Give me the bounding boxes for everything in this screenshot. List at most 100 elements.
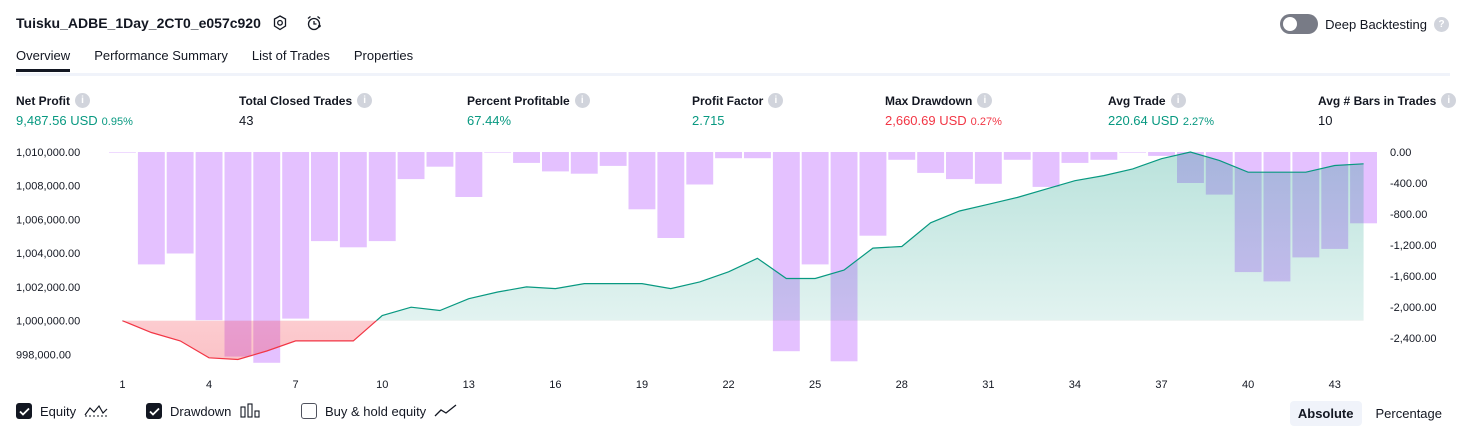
stat-value: 9,487.56 USD: [16, 113, 98, 128]
legend-equity[interactable]: Equity: [16, 403, 108, 419]
drawdown-bars-icon: [240, 403, 260, 418]
legend-drawdown[interactable]: Drawdown: [146, 403, 261, 419]
x-axis-tick: 40: [1242, 379, 1254, 391]
drawdown-bar: [715, 152, 742, 159]
info-icon[interactable]: i: [75, 93, 90, 108]
info-icon[interactable]: i: [574, 93, 590, 108]
drawdown-bar: [628, 152, 656, 210]
drawdown-bar: [744, 152, 771, 159]
left-axis-tick: 1,006,000.00: [16, 214, 80, 226]
checkbox-equity[interactable]: [16, 403, 32, 419]
right-axis-tick: -1,200.00: [1390, 240, 1436, 252]
checkbox-buy-hold-equity[interactable]: [301, 403, 317, 419]
stat-max-drawdown: Max Drawdown i 2,660.69 USD 0.27%: [885, 93, 1002, 128]
stat-value: 10: [1318, 113, 1333, 128]
x-axis-tick: 10: [376, 379, 388, 391]
stat-percent-profitable: Percent Profitable i 67.44%: [467, 93, 590, 128]
deep-backtesting-toggle-group: Deep Backtesting ?: [1280, 14, 1449, 34]
tab-properties[interactable]: Properties: [354, 48, 413, 72]
tab-divider: [16, 73, 1450, 76]
drawdown-bar: [426, 152, 454, 167]
legend-label: Drawdown: [170, 403, 232, 419]
right-axis-tick: -800.00: [1390, 209, 1427, 221]
info-icon[interactable]: i: [357, 93, 373, 108]
drawdown-bar: [282, 152, 310, 319]
tab-performance-summary[interactable]: Performance Summary: [94, 48, 228, 72]
right-axis-tick: -2,400.00: [1390, 333, 1436, 345]
info-icon[interactable]: i: [1441, 93, 1457, 108]
gear-icon[interactable]: [271, 14, 289, 32]
drawdown-bar: [195, 152, 223, 321]
stat-label: Net Profit: [16, 93, 70, 108]
left-axis-tick: 1,008,000.00: [16, 181, 80, 193]
stat-value: 2.715: [692, 113, 725, 128]
drawdown-bar: [1090, 152, 1118, 160]
tab-overview[interactable]: Overview: [16, 48, 71, 72]
left-axis-tick: 1,010,000.00: [16, 147, 80, 159]
stat-value: 220.64 USD: [1108, 113, 1179, 128]
stat-profit-factor: Profit Factor i 2.715: [692, 93, 784, 128]
right-axis-tick: -400.00: [1390, 178, 1427, 190]
drawdown-bar: [917, 152, 945, 173]
stat-percent: 0.95%: [101, 116, 133, 128]
stat-label: Total Closed Trades: [239, 93, 353, 108]
drawdown-bar: [109, 152, 136, 153]
x-axis-tick: 28: [896, 379, 908, 391]
stat-label: Avg # Bars in Trades: [1318, 93, 1437, 108]
stat-total-closed-trades: Total Closed Trades i 43: [239, 93, 373, 128]
x-axis-tick: 1: [119, 379, 125, 391]
drawdown-bar: [570, 152, 598, 174]
x-axis-tick: 31: [982, 379, 994, 391]
percentage-button[interactable]: Percentage: [1368, 401, 1451, 426]
equity-line-icon: [84, 404, 108, 417]
drawdown-bar: [686, 152, 714, 185]
deep-backtesting-label: Deep Backtesting: [1325, 16, 1427, 32]
stat-percent: 2.27%: [1182, 116, 1215, 128]
drawdown-bar: [830, 152, 858, 362]
x-axis-tick: 34: [1069, 379, 1081, 391]
left-axis-tick: 1,004,000.00: [16, 248, 80, 260]
tab-list-of-trades[interactable]: List of Trades: [252, 48, 330, 72]
legend-label: Buy & hold equity: [325, 403, 427, 419]
drawdown-bar: [542, 152, 569, 172]
drawdown-bar: [513, 152, 540, 163]
drawdown-bar: [974, 152, 1002, 184]
info-icon[interactable]: i: [768, 93, 784, 108]
x-axis-tick: 25: [809, 379, 821, 391]
drawdown-bar: [339, 152, 367, 248]
drawdown-bar: [1032, 152, 1060, 187]
deep-backtesting-toggle[interactable]: [1280, 14, 1319, 34]
tab-bar: Overview Performance Summary List of Tra…: [16, 48, 413, 72]
stat-net-profit: Net Profit i 9,487.56 USD 0.95%: [16, 93, 133, 128]
drawdown-bar: [455, 152, 483, 197]
drawdown-bar: [946, 152, 973, 180]
stat-value: 67.44%: [467, 113, 512, 128]
drawdown-bar: [368, 152, 396, 242]
left-axis-tick: 1,000,000.00: [16, 316, 80, 328]
stat-avg-bars-in-trades: Avg # Bars in Trades i 10: [1318, 93, 1457, 128]
right-axis-tick: -2,000.00: [1390, 302, 1436, 314]
absolute-button[interactable]: Absolute: [1289, 401, 1362, 426]
legend-buy-hold-equity[interactable]: Buy & hold equity: [301, 403, 458, 419]
drawdown-bar: [1003, 152, 1031, 160]
right-axis-tick: 0.00: [1390, 147, 1411, 159]
x-axis-tick: 4: [206, 379, 212, 391]
stat-avg-trade: Avg Trade i 220.64 USD 2.27%: [1108, 93, 1214, 128]
drawdown-bar: [397, 152, 425, 180]
x-axis-tick: 43: [1329, 379, 1341, 391]
stat-percent: 0.27%: [970, 116, 1002, 128]
equity-drawdown-chart[interactable]: 1,010,000.00 1,008,000.00 1,006,000.00 1,00…: [0, 140, 1466, 398]
drawdown-bar: [484, 152, 512, 153]
stat-label: Avg Trade: [1108, 93, 1166, 108]
right-axis-tick: -1,600.00: [1390, 271, 1436, 283]
alarm-clock-icon[interactable]: [305, 14, 323, 32]
stat-label: Max Drawdown: [885, 93, 973, 108]
drawdown-bar: [859, 152, 887, 236]
drawdown-bar: [1148, 152, 1175, 156]
info-icon[interactable]: i: [1170, 93, 1186, 108]
help-icon[interactable]: ?: [1434, 16, 1449, 32]
info-icon[interactable]: i: [977, 93, 993, 108]
checkbox-drawdown[interactable]: [146, 403, 162, 419]
left-axis-tick: 1,002,000.00: [16, 282, 80, 294]
scale-mode-switch: Absolute Percentage: [1289, 401, 1451, 426]
